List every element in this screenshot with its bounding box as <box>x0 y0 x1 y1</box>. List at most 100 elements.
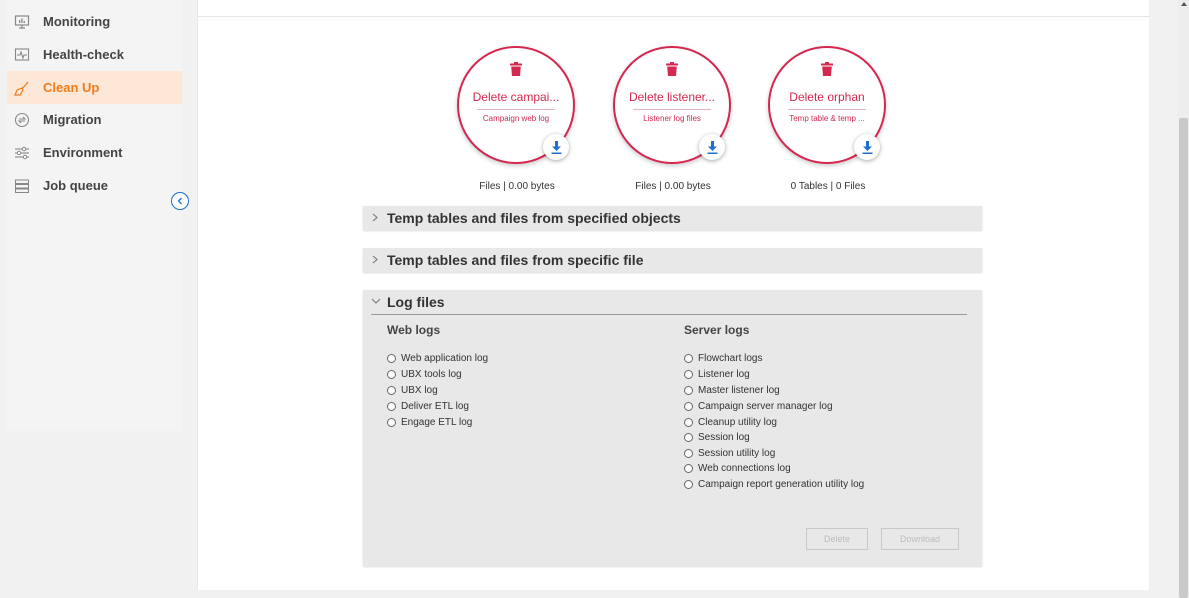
accordion-title: Log files <box>387 294 445 310</box>
chevron-down-icon <box>371 296 387 308</box>
card-caption: Files | 0.00 bytes <box>479 181 555 192</box>
scrollbar-thumb[interactable] <box>1179 118 1188 598</box>
sidebar-item-migration[interactable]: Migration <box>7 103 182 136</box>
radio-button[interactable] <box>387 402 396 411</box>
download-button[interactable]: Download <box>881 528 959 550</box>
accordion-specified-objects: Temp tables and files from specified obj… <box>363 206 982 230</box>
session-log-option[interactable]: Session log <box>684 430 750 445</box>
card-subtitle: Campaign web log <box>482 114 550 123</box>
campaign-server-manager-log-option[interactable]: Campaign server manager log <box>684 399 833 414</box>
sidebar-item-label: Environment <box>43 145 123 160</box>
sidebar-item-clean-up[interactable]: Clean Up <box>7 71 182 104</box>
sidebar-item-environment[interactable]: Environment <box>7 136 182 169</box>
chevron-right-icon <box>371 254 387 267</box>
sidebar: Monitoring Health-check Clean Up Migrati… <box>7 0 182 431</box>
download-icon <box>551 140 562 154</box>
sidebar-item-health-check[interactable]: Health-check <box>7 38 182 71</box>
card-title: Delete campai... <box>472 90 560 104</box>
scroll-up-icon[interactable] <box>1181 2 1187 6</box>
divider <box>477 109 555 110</box>
sidebar-item-monitoring[interactable]: Monitoring <box>7 5 182 38</box>
radio-button[interactable] <box>684 402 693 411</box>
sidebar-item-label: Monitoring <box>43 14 111 29</box>
divider <box>371 314 967 315</box>
download-button[interactable] <box>543 134 569 160</box>
sidebar-item-label: Migration <box>43 112 102 127</box>
accordion-header[interactable]: Temp tables and files from specific file <box>363 248 982 272</box>
radio-button[interactable] <box>684 354 693 363</box>
accordion-log-files: Log files Web logs Server logs Web appli… <box>363 290 982 566</box>
card-caption: Files | 0.00 bytes <box>635 181 711 192</box>
cleanup-utility-log-option[interactable]: Cleanup utility log <box>684 415 777 430</box>
card-subtitle: Listener log files <box>643 114 701 123</box>
chevron-right-icon <box>371 212 387 225</box>
divider <box>788 109 866 110</box>
card-caption: 0 Tables | 0 Files <box>790 181 866 192</box>
delete-listener-logs-card[interactable]: Delete listener... Listener log files <box>613 46 731 164</box>
download-button[interactable] <box>699 134 725 160</box>
option-label: Master listener log <box>698 385 780 396</box>
flowchart-logs-option[interactable]: Flowchart logs <box>684 351 762 366</box>
radio-button[interactable] <box>387 418 396 427</box>
engage-etl-log-option[interactable]: Engage ETL log <box>387 415 472 430</box>
chevron-left-icon <box>176 197 184 205</box>
option-label: Cleanup utility log <box>698 417 777 428</box>
option-label: Campaign server manager log <box>698 401 833 412</box>
web-connections-log-option[interactable]: Web connections log <box>684 461 791 476</box>
delete-button[interactable]: Delete <box>806 528 868 550</box>
accordion-specific-file: Temp tables and files from specific file <box>363 248 982 272</box>
ubx-tools-log-option[interactable]: UBX tools log <box>387 367 462 382</box>
radio-button[interactable] <box>387 370 396 379</box>
radio-button[interactable] <box>684 370 693 379</box>
ubx-log-option[interactable]: UBX log <box>387 383 438 398</box>
divider <box>198 16 1150 17</box>
sidebar-item-label: Health-check <box>43 47 124 62</box>
option-label: Web application log <box>401 353 489 364</box>
radio-button[interactable] <box>684 386 693 395</box>
option-label: Session log <box>698 432 750 443</box>
trash-icon <box>510 62 522 76</box>
trash-icon <box>821 62 833 76</box>
broom-icon <box>13 79 31 97</box>
radio-button[interactable] <box>684 464 693 473</box>
listener-log-option[interactable]: Listener log <box>684 367 750 382</box>
radio-button[interactable] <box>684 418 693 427</box>
trash-icon <box>666 62 678 76</box>
accordion-header[interactable]: Temp tables and files from specified obj… <box>363 206 982 230</box>
sliders-icon <box>13 144 31 162</box>
accordion-title: Temp tables and files from specific file <box>387 252 644 268</box>
campaign-report-generation-utility-log-option[interactable]: Campaign report generation utility log <box>684 477 864 492</box>
download-icon <box>862 140 873 154</box>
option-label: Flowchart logs <box>698 353 763 364</box>
session-utility-log-option[interactable]: Session utility log <box>684 446 775 461</box>
accordion-header[interactable]: Log files <box>363 290 982 314</box>
download-button[interactable] <box>854 134 880 160</box>
card-title: Delete listener... <box>628 90 716 104</box>
option-label: Session utility log <box>698 448 776 459</box>
option-label: Web connections log <box>698 463 791 474</box>
option-label: UBX tools log <box>401 369 462 380</box>
radio-button[interactable] <box>387 386 396 395</box>
delete-orphan-card[interactable]: Delete orphan Temp table & temp ... <box>768 46 886 164</box>
master-listener-log-option[interactable]: Master listener log <box>684 383 780 398</box>
option-label: Deliver ETL log <box>401 401 469 412</box>
option-label: Listener log <box>698 369 750 380</box>
web-application-log-option[interactable]: Web application log <box>387 351 488 366</box>
option-label: Campaign report generation utility log <box>698 479 865 490</box>
delete-campaign-logs-card[interactable]: Delete campai... Campaign web log <box>457 46 575 164</box>
deliver-etl-log-option[interactable]: Deliver ETL log <box>387 399 469 414</box>
sidebar-item-job-queue[interactable]: Job queue <box>7 169 182 202</box>
radio-button[interactable] <box>387 354 396 363</box>
option-label: UBX log <box>401 385 438 396</box>
server-logs-title: Server logs <box>684 323 750 337</box>
accordion-title: Temp tables and files from specified obj… <box>387 210 681 226</box>
sidebar-item-label: Clean Up <box>43 80 100 95</box>
migration-icon <box>13 111 31 129</box>
radio-button[interactable] <box>684 480 693 489</box>
sidebar-collapse-button[interactable] <box>171 192 189 210</box>
option-label: Engage ETL log <box>401 417 473 428</box>
monitor-icon <box>13 13 31 31</box>
sidebar-item-label: Job queue <box>43 178 109 193</box>
radio-button[interactable] <box>684 449 693 458</box>
radio-button[interactable] <box>684 433 693 442</box>
